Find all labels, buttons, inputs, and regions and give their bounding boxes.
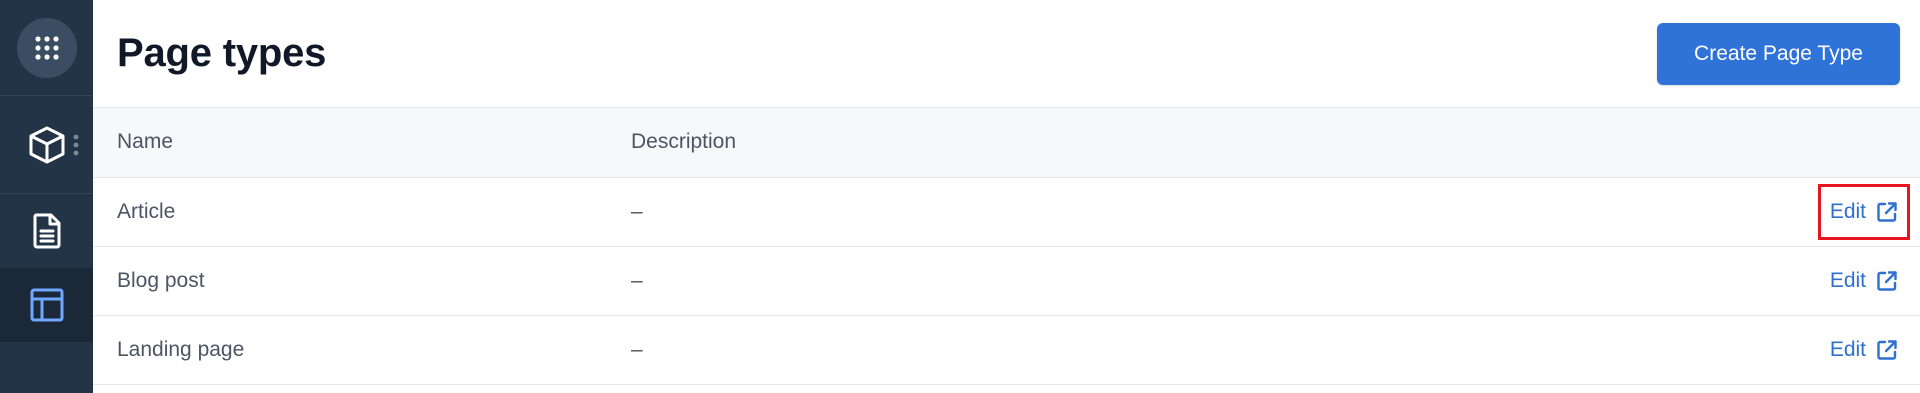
main-content: Page types Create Page Type Name Descrip… [93,0,1920,393]
table-body: Article – Edit Blog post – Edit Landing … [93,177,1920,385]
table-header-row: Name Description [93,108,1920,178]
row-actions: Edit [1720,246,1920,316]
external-link-icon [1877,270,1897,291]
column-header-actions [1720,108,1920,178]
row-description: – [607,177,1720,247]
sidebar-top [0,0,93,96]
row-actions: Edit [1720,315,1920,385]
table-row: Article – Edit [93,177,1920,247]
edit-link-label: Edit [1829,199,1866,223]
table-row: Landing page – Edit [93,315,1920,385]
edit-link[interactable]: Edit [1817,183,1911,240]
row-name: Blog post [93,246,607,316]
page-types-table: Name Description Article – Edit Blog pos… [93,108,1920,385]
row-name: Landing page [93,315,607,385]
row-name: Article [93,177,607,247]
apps-menu-button[interactable] [16,17,77,78]
sidebar-item-products[interactable] [0,96,93,194]
layout-icon [30,288,63,322]
drag-handle-icon[interactable] [73,134,79,156]
column-header-description: Description [607,108,1720,178]
edit-link[interactable]: Edit [1830,265,1898,297]
column-header-name: Name [93,108,607,178]
external-link-icon [1877,201,1897,222]
page-title: Page types [117,31,327,75]
row-description: – [607,315,1720,385]
table-row: Blog post – Edit [93,246,1920,316]
row-actions: Edit [1720,177,1920,247]
edit-link-label: Edit [1829,337,1866,361]
cube-icon [29,126,64,163]
app-root: Page types Create Page Type Name Descrip… [0,0,1920,393]
edit-link-label: Edit [1829,268,1866,292]
sidebar-item-pages[interactable] [0,194,93,268]
external-link-icon [1877,339,1897,360]
grid-dots-icon [34,35,59,60]
row-description: – [607,246,1720,316]
sidebar-item-page-types[interactable] [0,268,93,342]
table-header: Name Description [93,108,1920,178]
document-icon [32,213,60,249]
create-page-type-button[interactable]: Create Page Type [1657,22,1900,85]
sidebar [0,0,93,393]
edit-link[interactable]: Edit [1830,334,1898,366]
page-header: Page types Create Page Type [93,0,1920,108]
